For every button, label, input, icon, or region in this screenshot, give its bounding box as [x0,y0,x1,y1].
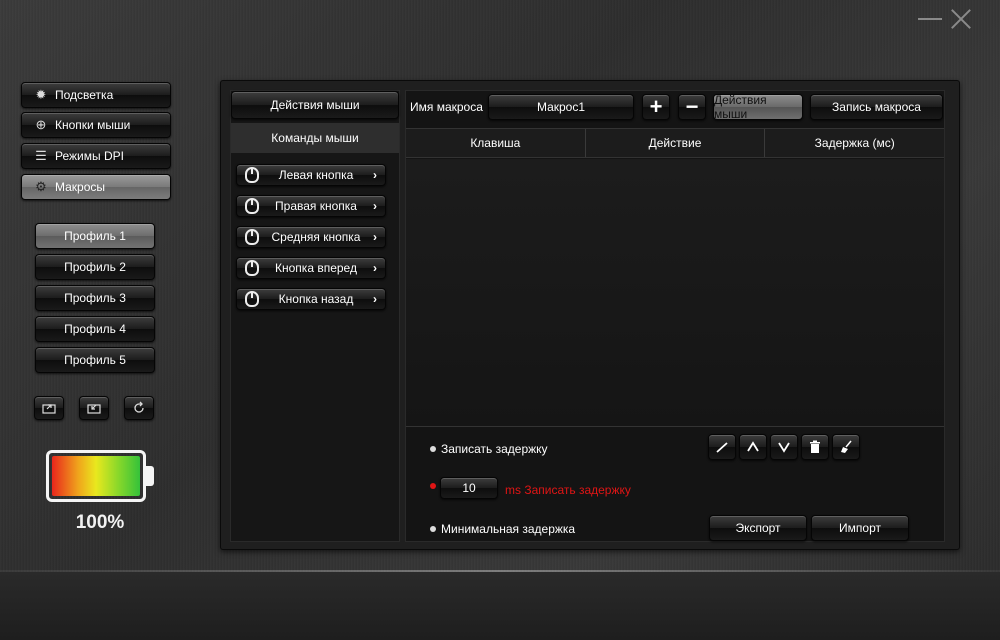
export-profile-icon [42,404,56,414]
mouse-icon [245,291,259,307]
macro-table-body[interactable] [406,159,944,427]
battery-tip [146,466,154,486]
sliders-icon: ☰ [35,148,47,163]
middle-button-command[interactable]: Средняя кнопка › [236,226,386,248]
column-key: Клавиша [406,129,586,157]
import-button[interactable]: Импорт [811,515,909,541]
commands-column [230,90,400,542]
radio-dot[interactable] [430,483,436,489]
back-button-command[interactable]: Кнопка назад › [236,288,386,310]
mouse-icon [245,167,259,183]
mouse-icon [245,260,259,276]
nav-label: Кнопки мыши [55,118,131,132]
chevron-right-icon: › [373,292,377,306]
profile-2-button[interactable]: Профиль 2 [35,254,155,280]
edit-icon [716,442,728,453]
min-delay-label: Минимальная задержка [441,522,576,536]
chevron-right-icon: › [373,199,377,213]
right-button-command[interactable]: Правая кнопка › [236,195,386,217]
chevron-right-icon: › [373,230,377,244]
close-icon[interactable] [948,6,974,32]
command-label: Кнопка назад [278,292,354,306]
sun-icon: ✹ [35,87,47,102]
column-delay: Задержка (мс) [814,136,895,150]
gear-icon: ⚙ [35,179,47,194]
macro-name-field[interactable]: Макрос1 [488,94,634,120]
chevron-right-icon: › [373,168,377,182]
nav-macros-button[interactable]: ⚙ Макросы [21,174,171,200]
mouse-icon [245,229,259,245]
command-label: Левая кнопка [278,168,354,182]
move-down-icon [778,442,790,453]
nav-label: Режимы DPI [55,149,124,163]
command-label: Правая кнопка [275,199,357,213]
crosshair-icon: ⊕ [35,117,47,132]
battery-fill [52,456,140,496]
clear-icon [841,440,852,453]
record-delay-label: Записать задержку [441,442,548,456]
min-delay-option[interactable]: Минимальная задержка [430,522,575,536]
reset-icon [134,401,144,413]
export-profile-button[interactable] [34,396,64,420]
tab-mouse-commands[interactable]: Команды мыши [231,123,399,153]
radio-dot[interactable] [430,526,436,532]
record-macro-button[interactable]: Запись макроса [810,94,943,120]
nav-mouse-buttons-button[interactable]: ⊕ Кнопки мыши [21,112,171,138]
nav-lighting-button[interactable]: ✹ Подсветка [21,82,171,108]
command-label: Кнопка вперед [275,261,357,275]
mouse-icon [245,198,259,214]
minimize-icon[interactable] [918,18,942,20]
import-profile-button[interactable] [79,396,109,420]
edit-button[interactable] [708,434,736,460]
mouse-actions-button[interactable]: Действия мыши [713,93,803,121]
floor [0,572,1000,640]
add-macro-button[interactable]: + [642,94,670,120]
macro-name-label: Имя макроса [410,100,483,114]
fixed-delay-label: ms Записать задержку [505,483,631,497]
record-delay-option[interactable]: Записать задержку [430,442,548,456]
profile-5-button[interactable]: Профиль 5 [35,347,155,373]
nav-dpi-modes-button[interactable]: ☰ Режимы DPI [21,143,171,169]
delete-icon [810,440,820,453]
remove-macro-button[interactable]: − [678,94,706,120]
chevron-right-icon: › [373,261,377,275]
clear-button[interactable] [832,434,860,460]
import-profile-icon [87,404,101,414]
move-up-icon [747,441,759,452]
move-up-button[interactable] [739,434,767,460]
delay-value-field[interactable]: 10 [440,477,498,499]
profile-4-button[interactable]: Профиль 4 [35,316,155,342]
reset-profile-button[interactable] [124,396,154,420]
profile-3-button[interactable]: Профиль 3 [35,285,155,311]
macro-table-header: Клавиша Действие Задержка (мс) [406,128,944,158]
battery-indicator [46,450,146,502]
move-down-button[interactable] [770,434,798,460]
tab-mouse-actions[interactable]: Действия мыши [231,91,399,119]
profile-1-button[interactable]: Профиль 1 [35,223,155,249]
nav-label: Подсветка [55,88,114,102]
radio-dot[interactable] [430,446,436,452]
command-label: Средняя кнопка [271,230,361,244]
forward-button-command[interactable]: Кнопка вперед › [236,257,386,279]
battery-level-text: 100% [75,512,125,533]
column-action: Действие [586,129,766,157]
export-button[interactable]: Экспорт [709,515,807,541]
delete-button[interactable] [801,434,829,460]
left-button-command[interactable]: Левая кнопка › [236,164,386,186]
nav-label: Макросы [55,180,106,194]
